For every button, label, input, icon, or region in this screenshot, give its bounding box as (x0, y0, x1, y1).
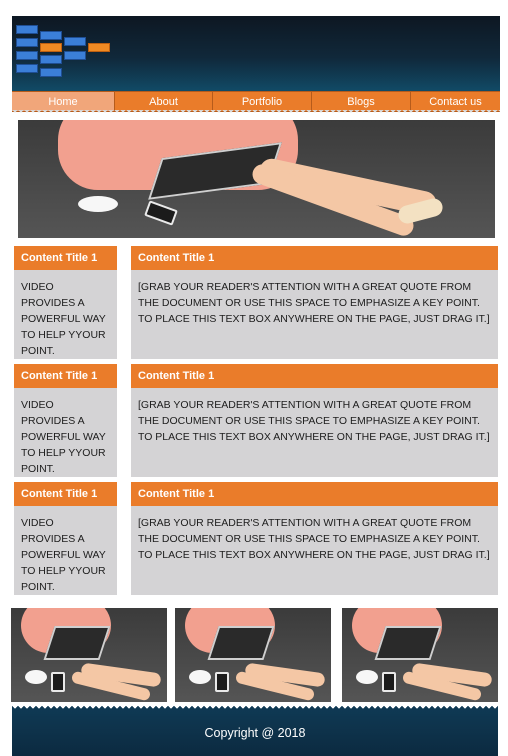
content-title: Content Title 1 (14, 246, 117, 270)
content-text: VIDEO PROVIDES A POWERFUL WAY TO HELP YY… (21, 517, 106, 593)
content-title: Content Title 1 (131, 364, 498, 388)
content-title: Content Title 1 (14, 482, 117, 506)
content-quote-text: [GRAB YOUR READER'S ATTENTION WITH A GRE… (138, 399, 490, 443)
nav-zigzag-divider (12, 110, 500, 116)
content-box-small: Content Title 1 VIDEO PROVIDES A POWERFU… (14, 482, 117, 595)
gallery-thumbnail[interactable] (11, 608, 167, 702)
content-quote-text: [GRAB YOUR READER'S ATTENTION WITH A GRE… (138, 281, 490, 325)
content-text: VIDEO PROVIDES A POWERFUL WAY TO HELP YY… (21, 281, 106, 357)
gallery-thumbnail[interactable] (342, 608, 498, 702)
main-nav: Home About Portfolio Blogs Contact us (12, 91, 500, 112)
content-box-small: Content Title 1 VIDEO PROVIDES A POWERFU… (14, 246, 117, 359)
nav-home[interactable]: Home (12, 92, 115, 111)
content-title: Content Title 1 (131, 482, 498, 506)
content-title: Content Title 1 (131, 246, 498, 270)
nav-about[interactable]: About (115, 92, 213, 111)
content-row: Content Title 1 VIDEO PROVIDES A POWERFU… (14, 482, 498, 595)
content-row: Content Title 1 VIDEO PROVIDES A POWERFU… (14, 364, 498, 477)
footer-zigzag-divider (12, 706, 498, 712)
content-box-large: Content Title 1 [GRAB YOUR READER'S ATTE… (131, 246, 498, 359)
site-header (12, 16, 500, 91)
content-box-small: Content Title 1 VIDEO PROVIDES A POWERFU… (14, 364, 117, 477)
gallery-thumbnail[interactable] (175, 608, 331, 702)
content-row: Content Title 1 VIDEO PROVIDES A POWERFU… (14, 246, 498, 359)
nav-blogs[interactable]: Blogs (312, 92, 411, 111)
hero-image (18, 120, 495, 238)
nav-contact-us[interactable]: Contact us (411, 92, 500, 111)
content-quote-text: [GRAB YOUR READER'S ATTENTION WITH A GRE… (138, 517, 490, 561)
content-title: Content Title 1 (14, 364, 117, 388)
copyright-text: Copyright @ 2018 (204, 726, 306, 740)
content-box-large: Content Title 1 [GRAB YOUR READER'S ATTE… (131, 482, 498, 595)
content-text: VIDEO PROVIDES A POWERFUL WAY TO HELP YY… (21, 399, 106, 475)
site-footer: Copyright @ 2018 (12, 706, 498, 756)
site-logo[interactable] (16, 20, 116, 80)
content-box-large: Content Title 1 [GRAB YOUR READER'S ATTE… (131, 364, 498, 477)
nav-portfolio[interactable]: Portfolio (213, 92, 312, 111)
